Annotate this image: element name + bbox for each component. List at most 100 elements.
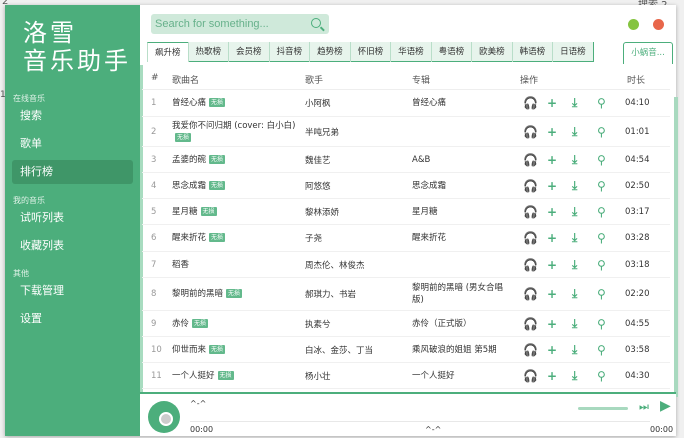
table-row[interactable]: 8 黎明前的黑暗 无损 郝琪力、书岩 黎明前的黑暗 (男女合唱版) 🎧 + ⤓ ⚲ 02:20: [142, 278, 670, 311]
album[interactable]: 乘风破浪的姐姐 第5期: [412, 344, 507, 356]
singer[interactable]: 郝琪力、书岩: [305, 288, 356, 300]
add-icon[interactable]: +: [547, 369, 557, 383]
download-icon[interactable]: ⤓: [572, 96, 577, 111]
add-icon[interactable]: +: [547, 205, 557, 219]
tab-粤语榜[interactable]: 粤语榜: [430, 42, 472, 62]
table-row[interactable]: 2 我爱你不问归期 (cover: 白小白)无损 半吨兄弟 🎧 + ⤓ ⚲ 01:01: [142, 117, 670, 147]
download-icon[interactable]: ⤓: [572, 368, 577, 383]
table-row[interactable]: 10 仰世而来 无损 白冰、金莎、丁当 乘风破浪的姐姐 第5期 🎧 + ⤓ ⚲ 03:58: [142, 337, 670, 363]
singer[interactable]: 执素兮: [305, 318, 331, 330]
singer[interactable]: 半吨兄弟: [305, 126, 339, 138]
add-icon[interactable]: +: [547, 153, 557, 167]
table-row[interactable]: 11 一个人挺好 无损 杨小壮 一个人挺好 🎧 + ⤓ ⚲ 04:30: [142, 363, 670, 389]
album[interactable]: A&B: [412, 154, 507, 166]
sidebar-item-试听列表[interactable]: 试听列表: [12, 206, 133, 230]
play-icon[interactable]: ▶: [660, 398, 671, 414]
download-icon[interactable]: ⤓: [572, 152, 577, 167]
song-name[interactable]: 醒来折花 无损: [172, 232, 302, 244]
album[interactable]: 赤伶（正式版）: [412, 318, 507, 330]
next-icon[interactable]: ⏭: [639, 400, 649, 414]
listen-icon[interactable]: 🎧: [523, 369, 538, 383]
listen-icon[interactable]: 🎧: [523, 317, 538, 331]
album[interactable]: 曾经心痛: [412, 97, 507, 109]
tab-会员榜[interactable]: 会员榜: [228, 42, 269, 62]
song-name[interactable]: 一个人挺好 无损: [172, 370, 302, 382]
listen-icon[interactable]: 🎧: [523, 125, 538, 139]
search-icon[interactable]: ⚲: [597, 317, 606, 331]
add-icon[interactable]: +: [547, 343, 557, 357]
search-icon[interactable]: ⚲: [597, 231, 606, 245]
table-row[interactable]: 4 思念成霜 无损 阿悠悠 思念成霜 🎧 + ⤓ ⚲ 02:50: [142, 173, 670, 199]
search-icon[interactable]: ⚲: [597, 205, 606, 219]
song-name[interactable]: 我爱你不问归期 (cover: 白小白)无损: [172, 120, 302, 144]
album[interactable]: 黎明前的黑暗 (男女合唱版): [412, 282, 507, 306]
sidebar-item-排行榜[interactable]: 排行榜: [12, 160, 133, 184]
search-icon[interactable]: [311, 18, 321, 28]
tab-怀旧榜[interactable]: 怀旧榜: [349, 42, 391, 62]
song-name[interactable]: 孟婆的碗 无损: [172, 154, 302, 166]
download-icon[interactable]: ⤓: [572, 316, 577, 331]
search-input[interactable]: [151, 14, 301, 34]
minimize-button[interactable]: [628, 19, 639, 30]
sidebar-item-下载管理[interactable]: 下载管理: [12, 279, 133, 303]
album[interactable]: 思念成霜: [412, 180, 507, 192]
add-icon[interactable]: +: [547, 287, 557, 301]
search-icon[interactable]: ⚲: [597, 287, 606, 301]
progress-bar[interactable]: [190, 421, 650, 422]
download-icon[interactable]: ⤓: [572, 342, 577, 357]
listen-icon[interactable]: 🎧: [523, 179, 538, 193]
listen-icon[interactable]: 🎧: [523, 153, 538, 167]
song-name[interactable]: 星月糖 无损: [172, 206, 302, 218]
song-name[interactable]: 思念成霜 无损: [172, 180, 302, 192]
listen-icon[interactable]: 🎧: [523, 231, 538, 245]
table-row[interactable]: 3 孟婆的碗 无损 魏佳艺 A&B 🎧 + ⤓ ⚲ 04:54: [142, 147, 670, 173]
album[interactable]: 星月糖: [412, 206, 507, 218]
table-row[interactable]: 1 曾经心痛 无损 小阿枫 曾经心痛 🎧 + ⤓ ⚲ 04:10: [142, 90, 670, 117]
search-icon[interactable]: ⚲: [597, 179, 606, 193]
tab-抖音榜[interactable]: 抖音榜: [268, 42, 310, 62]
singer[interactable]: 杨小壮: [305, 370, 331, 382]
singer[interactable]: 小阿枫: [305, 97, 331, 109]
tab-欧美榜[interactable]: 欧美榜: [471, 42, 512, 62]
search-icon[interactable]: ⚲: [597, 343, 606, 357]
download-icon[interactable]: ⤓: [572, 287, 577, 302]
search-box[interactable]: [151, 14, 329, 34]
search-icon[interactable]: ⚲: [597, 96, 606, 110]
singer[interactable]: 黎林添娇: [305, 206, 339, 218]
singer[interactable]: 阿悠悠: [305, 180, 331, 192]
search-icon[interactable]: ⚲: [597, 125, 606, 139]
song-name[interactable]: 曾经心痛 无损: [172, 97, 302, 109]
song-name[interactable]: 稻香: [172, 259, 302, 271]
add-icon[interactable]: +: [547, 231, 557, 245]
album[interactable]: 醒来折花: [412, 232, 507, 244]
singer[interactable]: 周杰伦、林俊杰: [305, 259, 365, 271]
download-icon[interactable]: ⤓: [572, 231, 577, 246]
add-icon[interactable]: +: [547, 258, 557, 272]
singer[interactable]: 子尧: [305, 232, 322, 244]
listen-icon[interactable]: 🎧: [523, 287, 538, 301]
volume-slider[interactable]: [578, 407, 628, 410]
add-icon[interactable]: +: [547, 179, 557, 193]
download-icon[interactable]: ⤓: [572, 204, 577, 219]
tab-韩语榜[interactable]: 韩语榜: [511, 42, 553, 62]
search-icon[interactable]: ⚲: [597, 258, 606, 272]
table-row[interactable]: 9 赤伶 无损 执素兮 赤伶（正式版） 🎧 + ⤓ ⚲ 04:55: [142, 311, 670, 337]
download-icon[interactable]: ⤓: [572, 257, 577, 272]
search-icon[interactable]: ⚲: [597, 153, 606, 167]
singer[interactable]: 魏佳艺: [305, 154, 331, 166]
table-row[interactable]: 6 醒来折花 无损 子尧 醒来折花 🎧 + ⤓ ⚲ 03:28: [142, 225, 670, 252]
sidebar-item-搜索[interactable]: 搜索: [12, 104, 133, 128]
listen-icon[interactable]: 🎧: [523, 205, 538, 219]
album[interactable]: 一个人挺好: [412, 370, 507, 382]
listen-icon[interactable]: 🎧: [523, 258, 538, 272]
tab-日语榜[interactable]: 日语榜: [552, 42, 593, 62]
scrollbar[interactable]: [674, 97, 678, 397]
listen-icon[interactable]: 🎧: [523, 343, 538, 357]
song-name[interactable]: 赤伶 无损: [172, 318, 302, 330]
sidebar-item-收藏列表[interactable]: 收藏列表: [12, 234, 133, 258]
singer[interactable]: 白冰、金莎、丁当: [305, 344, 373, 356]
add-icon[interactable]: +: [547, 96, 557, 110]
tab-华语榜[interactable]: 华语榜: [390, 42, 431, 62]
source-tab[interactable]: 小蜗音...: [623, 42, 673, 64]
sidebar-item-歌单[interactable]: 歌单: [12, 132, 133, 156]
